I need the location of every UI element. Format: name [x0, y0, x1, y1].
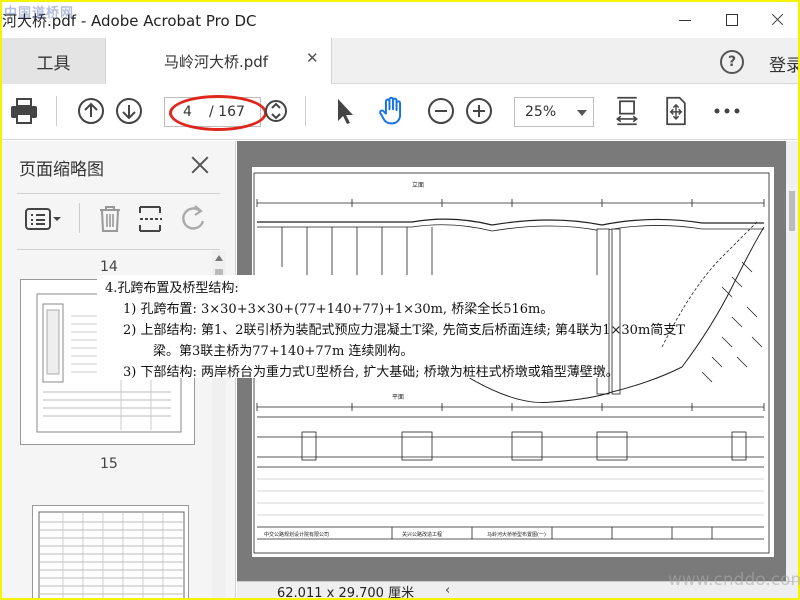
- close-window-button[interactable]: [754, 2, 798, 38]
- toolbar-divider: [56, 96, 57, 126]
- maximize-button[interactable]: [708, 2, 754, 38]
- minimize-button[interactable]: [662, 2, 708, 38]
- chevron-down-icon: [577, 110, 587, 116]
- rotate-page-icon[interactable]: [178, 203, 208, 235]
- fit-page-icon[interactable]: [612, 96, 642, 126]
- zoom-out-icon[interactable]: [426, 96, 456, 126]
- scroll-left-icon[interactable]: ‹: [445, 583, 450, 598]
- panel-title: 页面缩略图: [19, 160, 104, 180]
- previous-page-icon[interactable]: [76, 96, 106, 126]
- bridge-info-overlay: 4.孔跨布置及桥型结构: 1) 孔跨布置: 3×30+3×30+(77+140+…: [97, 275, 685, 380]
- hand-tool-icon[interactable]: [375, 96, 411, 126]
- overlay-line: 2) 上部结构: 第1、2联引桥为装配式预应力混凝土T梁, 先简支后桥面连续; …: [123, 323, 685, 338]
- panel-tool-divider: [79, 203, 80, 233]
- close-panel-icon[interactable]: [188, 153, 212, 177]
- zoom-in-icon[interactable]: [464, 96, 494, 126]
- thumbnail-table: [38, 511, 185, 598]
- page-thumbnail[interactable]: [32, 505, 189, 598]
- document-scrollbar[interactable]: [786, 141, 798, 581]
- panel-divider: [17, 193, 220, 194]
- title-bar: 河大桥.pdf - Adobe Acrobat Pro DC 中国道桥网: [2, 2, 798, 38]
- next-page-icon[interactable]: [114, 96, 144, 126]
- delete-page-icon[interactable]: [95, 203, 125, 235]
- tab-document[interactable]: 马岭河大桥.pdf ✕: [106, 38, 332, 84]
- maximize-icon: [708, 2, 754, 38]
- toolbar-divider: [305, 96, 306, 126]
- zoom-dropdown[interactable]: 25%: [514, 97, 594, 127]
- toolbar: 4 / 167 25%: [2, 84, 798, 140]
- elevation-label: 立面: [412, 181, 424, 189]
- tab-document-label: 马岭河大桥.pdf: [164, 53, 269, 71]
- scrollbar-thumb[interactable]: [789, 191, 795, 231]
- select-cursor-icon[interactable]: [332, 96, 356, 126]
- more-options-icon[interactable]: [712, 96, 742, 126]
- full-screen-icon[interactable]: [662, 96, 690, 126]
- close-tab-icon[interactable]: ✕: [306, 49, 319, 67]
- close-icon: [754, 2, 798, 38]
- overlay-line: 1) 孔跨布置: 3×30+3×30+(77+140+77)+1×30m, 桥梁…: [123, 302, 554, 317]
- annotation-circle: [169, 95, 267, 131]
- page-stepper-icon[interactable]: [264, 96, 288, 126]
- panel-divider: [17, 249, 220, 250]
- print-icon[interactable]: [8, 96, 40, 126]
- minimize-icon: [662, 2, 708, 38]
- page-number-label: 14: [100, 259, 118, 275]
- overlay-heading: 4.孔跨布置及桥型结构:: [105, 281, 239, 296]
- zoom-value: 25%: [525, 104, 557, 120]
- site-logo-watermark: 中国道桥网: [4, 6, 75, 21]
- page-number-label: 15: [100, 456, 118, 472]
- page-dimensions: 62.011 x 29.700 厘米: [277, 586, 415, 598]
- sheet-title-label: 马岭河大桥桥型布置图(一): [487, 531, 546, 538]
- scroll-up-icon[interactable]: [215, 255, 223, 261]
- login-button[interactable]: 登录: [769, 51, 798, 76]
- designer-label: 中交公路规划设计院有限公司: [264, 531, 329, 538]
- acrobat-window: 河大桥.pdf - Adobe Acrobat Pro DC 中国道桥网 工具 …: [2, 2, 798, 598]
- overlay-line: 梁。第3联主桥为77+140+77m 连续刚构。: [153, 344, 414, 359]
- tab-tools[interactable]: 工具: [2, 38, 106, 84]
- thumbnail-options-icon[interactable]: [24, 203, 62, 235]
- help-icon[interactable]: ?: [720, 50, 744, 74]
- overlay-line: 3) 下部结构: 两岸桥台为重力式U型桥台, 扩大基础; 桥墩为桩柱式桥墩或箱型…: [123, 365, 619, 380]
- project-label: 关兴公路改造工程: [402, 531, 442, 538]
- insert-page-icon[interactable]: [136, 203, 166, 235]
- site-watermark: www.cnddo.com: [668, 570, 800, 590]
- tab-bar: 工具 马岭河大桥.pdf ✕ ? 登录: [2, 38, 798, 84]
- plan-label: 平面: [392, 394, 404, 401]
